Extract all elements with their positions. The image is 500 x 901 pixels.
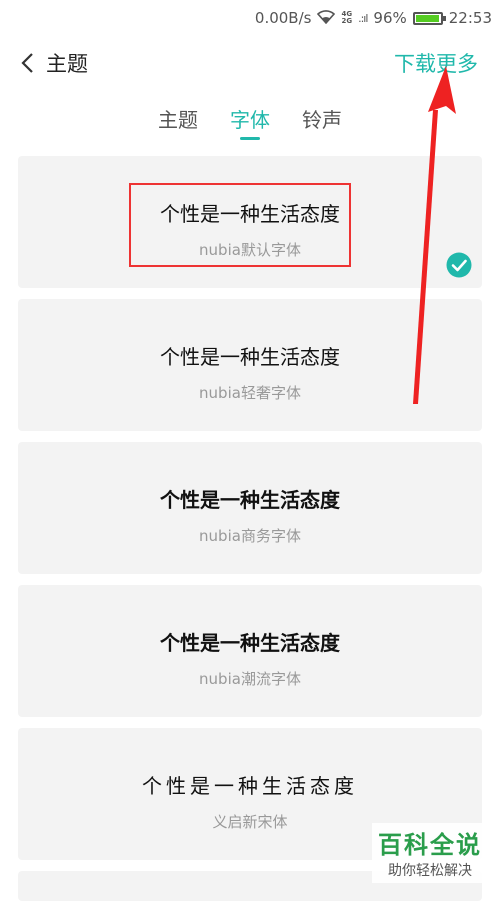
font-card-luxury[interactable]: 个性是一种生活态度 nubia轻奢字体: [18, 299, 482, 431]
battery-level: [415, 14, 439, 22]
watermark-subtitle: 助你轻松解决: [388, 863, 472, 879]
font-name: nubia默认字体: [199, 241, 301, 259]
font-card-business[interactable]: 个性是一种生活态度 nubia商务字体: [18, 442, 482, 574]
signal-icon: 4G 2G: [341, 11, 352, 25]
wifi-icon: [317, 9, 336, 28]
font-list: 个性是一种生活态度 nubia默认字体 个性是一种生活态度 nubia轻奢字体 …: [18, 156, 482, 901]
network-speed: 0.00B/s: [254, 9, 312, 27]
tab-ringtones[interactable]: 铃声: [302, 98, 342, 142]
font-preview-text: 个性是一种生活态度: [160, 488, 340, 512]
font-name: nubia潮流字体: [199, 670, 301, 688]
tab-themes[interactable]: 主题: [158, 98, 198, 142]
battery-icon: [412, 11, 446, 25]
category-tabs: 主题 字体 铃声: [0, 98, 500, 142]
back-chevron-icon[interactable]: [16, 50, 38, 76]
tab-fonts[interactable]: 字体: [230, 98, 270, 142]
font-card-default[interactable]: 个性是一种生活态度 nubia默认字体: [18, 156, 482, 288]
font-preview-text: 个性是一种生活态度: [142, 776, 358, 798]
font-preview-text: 个性是一种生活态度: [160, 345, 340, 369]
clock: 22:53: [448, 9, 492, 27]
font-preview-text: 个性是一种生活态度: [160, 631, 340, 655]
watermark-logo: 百科全说 助你轻松解决: [372, 823, 488, 883]
font-name: nubia轻奢字体: [199, 384, 301, 402]
check-circle-icon: [446, 252, 472, 278]
font-preview-text: 个性是一种生活态度: [160, 202, 340, 226]
page-title: 主题: [46, 52, 88, 76]
watermark-title: 百科全说: [378, 831, 482, 859]
signal-bars-icon: .:ıl: [358, 11, 368, 25]
font-card-trendy[interactable]: 个性是一种生活态度 nubia潮流字体: [18, 585, 482, 717]
battery-percent: 96%: [373, 9, 407, 27]
download-more-button[interactable]: 下载更多: [394, 48, 478, 78]
font-name: nubia商务字体: [199, 527, 301, 545]
top-bar: 主题 下载更多: [0, 36, 500, 90]
network-type-bottom: 2G: [341, 17, 353, 25]
status-bar: 0.00B/s 4G 2G .:ıl 96% 22:53: [0, 0, 500, 36]
